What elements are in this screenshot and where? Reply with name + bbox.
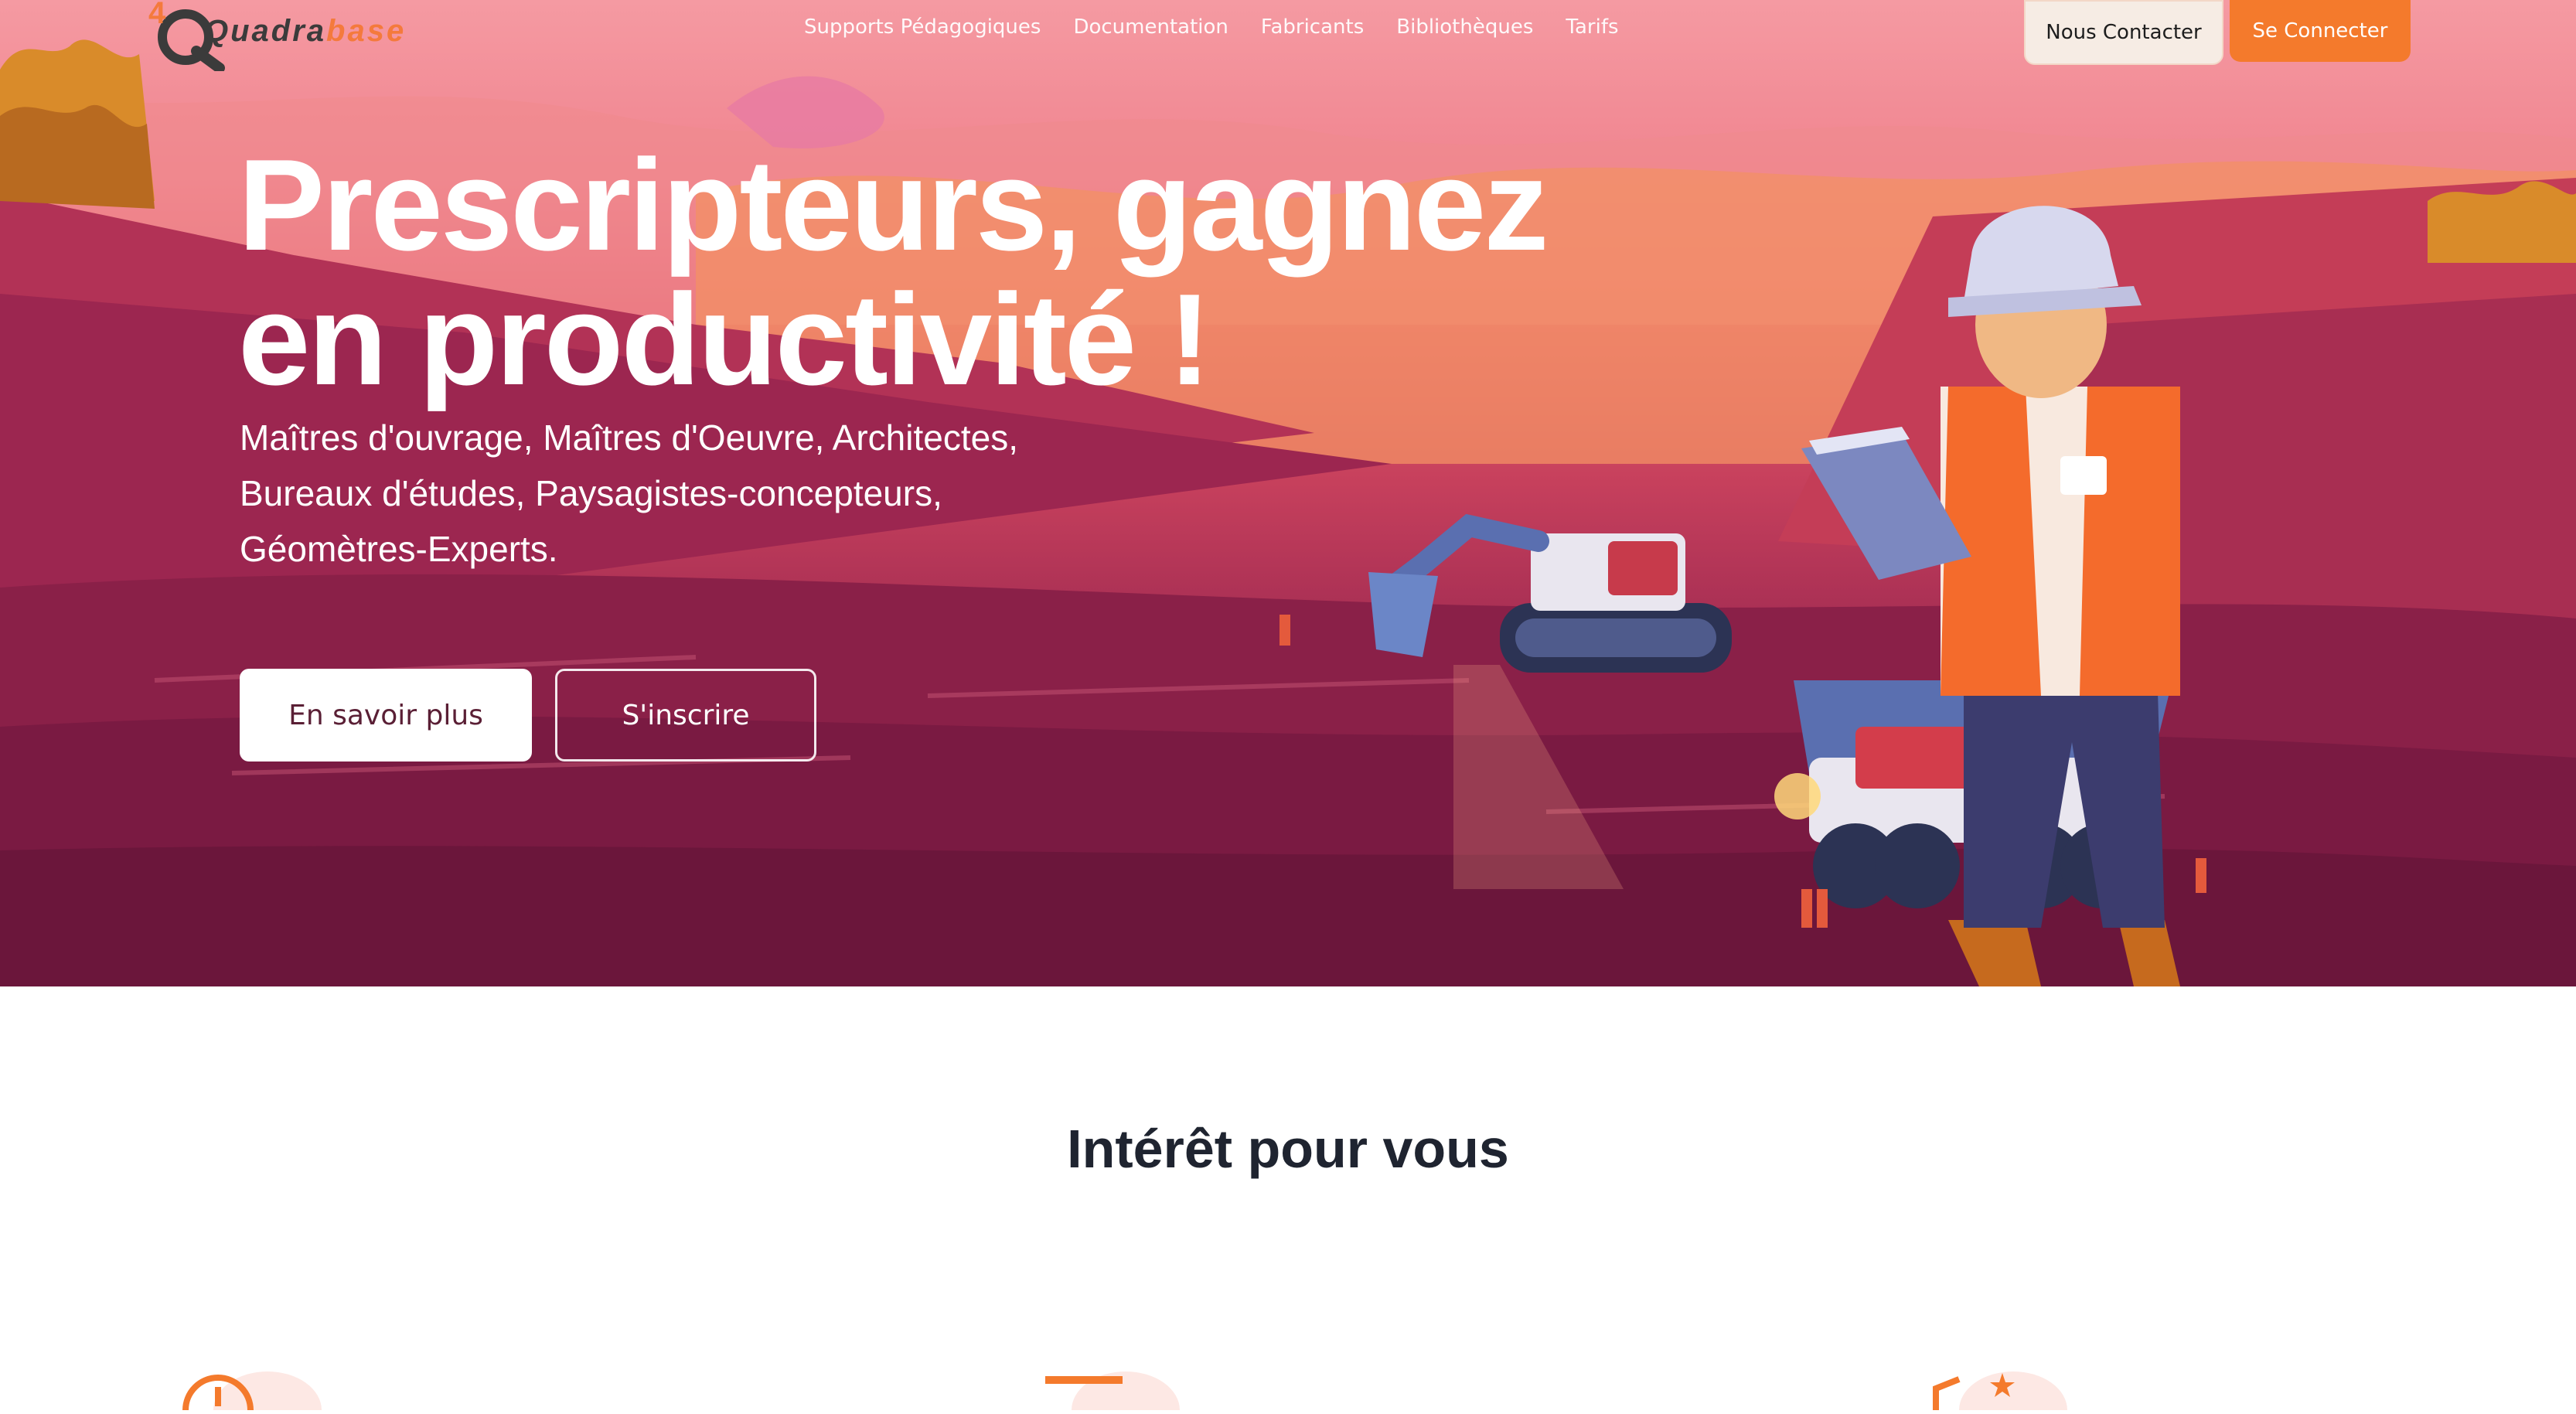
hero-sub-line1: Maîtres d'ouvrage, Maîtres d'Oeuvre, Arc… (240, 417, 1018, 458)
nav-link-tarifs[interactable]: Tarifs (1566, 15, 1618, 39)
signup-button[interactable]: S'inscrire (555, 669, 816, 762)
brand-name: Quadrabase (204, 14, 406, 49)
nav-link-bibliotheques[interactable]: Bibliothèques (1396, 15, 1533, 39)
nav-link-supports[interactable]: Supports Pédagogiques (804, 15, 1041, 39)
svg-text:4: 4 (148, 0, 166, 30)
contact-button[interactable]: Nous Contacter (2024, 0, 2223, 65)
nav-links: Supports Pédagogiques Documentation Fabr… (804, 15, 1651, 39)
hero-headline-line2: en productivité ! (238, 267, 1211, 412)
section-title: Intérêt pour vous (1067, 1119, 1509, 1179)
brand-name-main: Quadra (204, 14, 327, 48)
hero-headline-line1: Prescripteurs, gagnez (238, 132, 1549, 278)
document-icon (1041, 1364, 1187, 1414)
hero-headline: Prescripteurs, gagnez en productivité ! (238, 138, 1552, 407)
top-navigation: 4 Quadrabase Supports Pédagogiques Docum… (0, 0, 2576, 73)
star-rating-icon (1928, 1364, 2075, 1414)
login-button[interactable]: Se Connecter (2230, 0, 2411, 62)
learn-more-button[interactable]: En savoir plus (240, 669, 532, 762)
nav-link-fabricants[interactable]: Fabricants (1261, 15, 1364, 39)
hero-sub-line2: Bureaux d'études, Paysagistes-concepteur… (240, 473, 942, 513)
nav-link-documentation[interactable]: Documentation (1073, 15, 1228, 39)
brand-name-accent: base (326, 14, 407, 48)
excavator-graphic (1368, 513, 1732, 673)
hero-subheading: Maîtres d'ouvrage, Maîtres d'Oeuvre, Arc… (240, 410, 1322, 577)
clock-icon (175, 1364, 322, 1414)
hero-sub-line3: Géomètres-Experts. (240, 529, 558, 569)
